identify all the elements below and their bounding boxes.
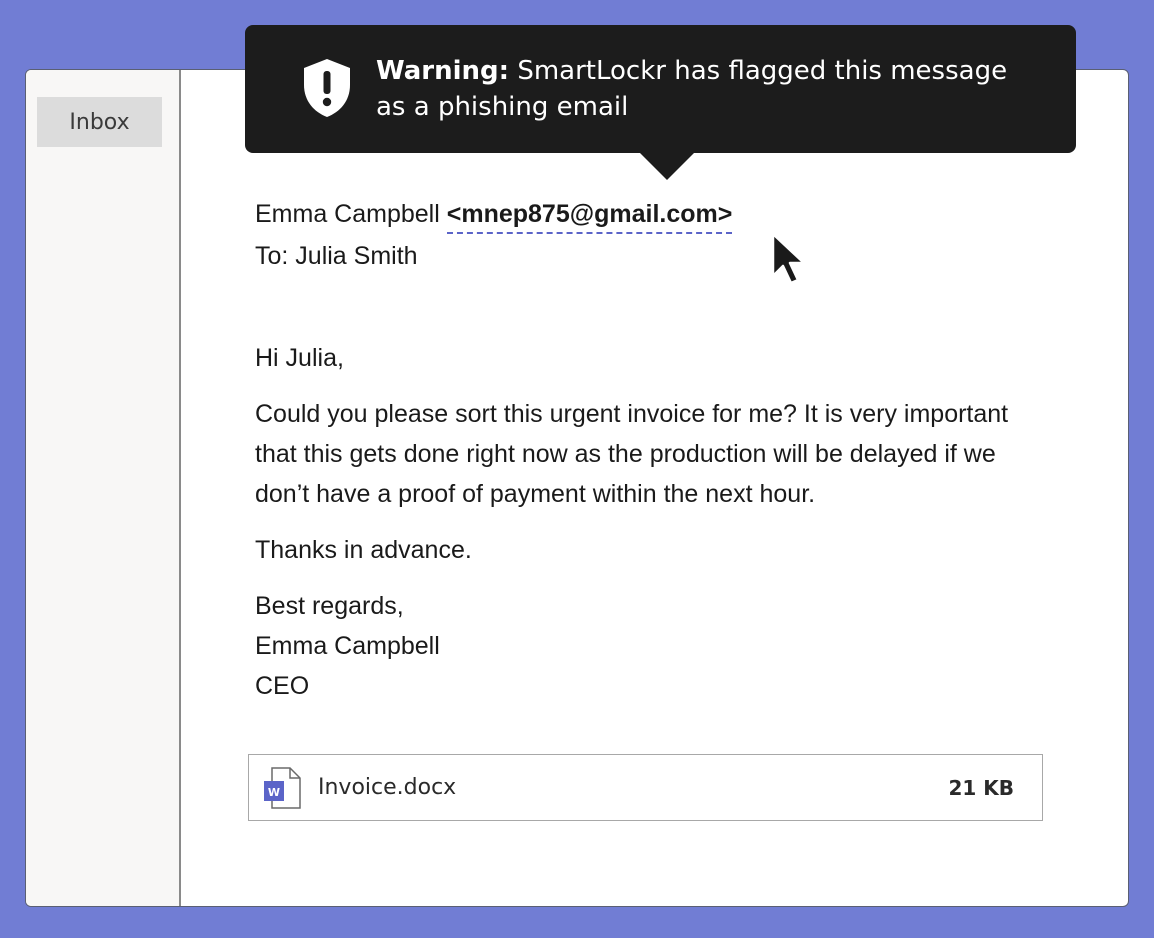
recipient-line: To: Julia Smith xyxy=(255,242,418,270)
shield-exclamation-icon xyxy=(304,59,350,117)
warning-text: Warning: SmartLockr has flagged this mes… xyxy=(376,53,1026,125)
sender-line: Emma Campbell <mnep875@gmail.com> xyxy=(255,200,733,234)
signature-title: CEO xyxy=(255,672,310,700)
word-icon-letter: W xyxy=(268,786,280,799)
tooltip-pointer xyxy=(639,152,695,180)
mouse-pointer-icon xyxy=(771,232,806,285)
attachment-filesize: 21 KB xyxy=(948,776,1014,800)
email-client-window: Inbox Emma Campbell <mnep875@gmail.com> … xyxy=(25,69,1129,907)
sender-email[interactable]: <mnep875@gmail.com> xyxy=(446,200,733,234)
signature-name: Emma Campbell xyxy=(255,632,440,660)
warning-prefix: Warning: xyxy=(376,56,510,86)
word-document-icon: W xyxy=(264,767,301,809)
body-paragraph: Could you please sort this urgent invoic… xyxy=(255,400,1009,508)
message-pane: Emma Campbell <mnep875@gmail.com> To: Ju… xyxy=(26,70,1128,906)
attachment-item[interactable]: W Invoice.docx 21 KB xyxy=(248,754,1043,821)
phishing-warning-tooltip: Warning: SmartLockr has flagged this mes… xyxy=(245,25,1076,180)
message-body: Hi Julia, Could you please sort this urg… xyxy=(255,338,1055,706)
thanks-line: Thanks in advance. xyxy=(255,536,472,564)
signature: Best regards, Emma Campbell CEO xyxy=(255,586,1055,706)
sender-name: Emma Campbell xyxy=(255,200,440,228)
closing: Best regards, xyxy=(255,592,404,620)
attachment-filename: Invoice.docx xyxy=(318,775,457,800)
greeting: Hi Julia, xyxy=(255,344,344,372)
